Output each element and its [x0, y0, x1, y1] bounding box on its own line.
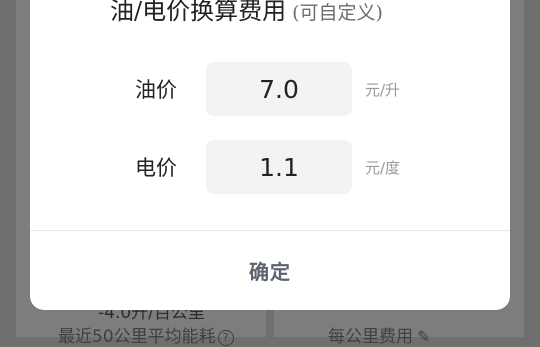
- price-conversion-dialog: 油/电价换算费用(可自定义) 油价 元/升 电价 元/度 确定: [30, 0, 510, 310]
- average-consumption-label: 最近50公里平均能耗: [58, 327, 216, 347]
- oil-price-label: 油价: [135, 78, 177, 102]
- dialog-title-text: 油/电价换算费用: [110, 0, 287, 25]
- electric-price-input[interactable]: [206, 140, 352, 194]
- oil-price-unit: 元/升: [365, 81, 401, 99]
- dialog-title: 油/电价换算费用 (可自定义): [110, 0, 383, 30]
- oil-price-input[interactable]: [206, 62, 352, 116]
- average-consumption-caption: 最近50公里平均能耗?: [58, 322, 234, 347]
- per-km-cost-label: 每公里费用: [328, 327, 413, 347]
- question-circle-icon[interactable]: ?: [217, 330, 234, 346]
- dialog-subtitle: (可自定义): [292, 2, 383, 24]
- electric-price-label: 电价: [135, 156, 177, 180]
- per-km-cost-caption: 每公里费用 ✎: [328, 322, 430, 347]
- electric-price-unit: 元/度: [365, 159, 401, 177]
- confirm-button[interactable]: 确定: [30, 231, 510, 309]
